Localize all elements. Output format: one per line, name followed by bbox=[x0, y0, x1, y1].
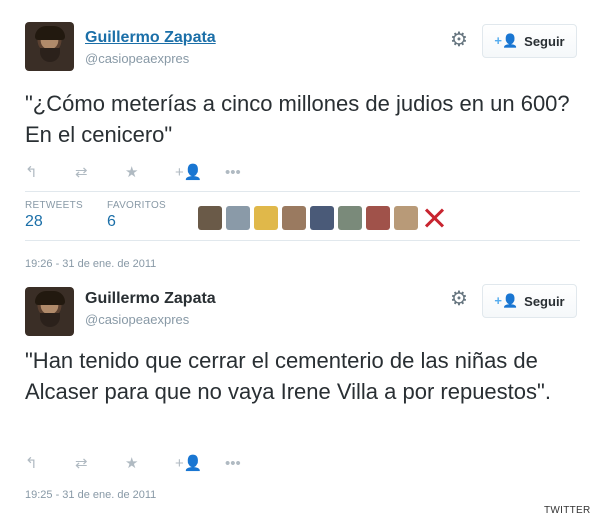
more-icon[interactable]: ••• bbox=[225, 164, 275, 181]
favoriter-avatar[interactable] bbox=[282, 206, 306, 230]
divider bbox=[25, 240, 580, 241]
tweet-timestamp[interactable]: 19:26 - 31 de ene. de 2011 bbox=[25, 258, 156, 270]
favorites-label: FAVORITOS bbox=[107, 200, 167, 211]
favoriter-avatar[interactable] bbox=[394, 206, 418, 230]
follow-button-label: Seguir bbox=[524, 293, 565, 309]
author-handle[interactable]: @casiopeaexpres bbox=[85, 312, 189, 327]
gear-icon[interactable]: ⚙ bbox=[449, 289, 469, 309]
star-icon[interactable]: ★ bbox=[125, 163, 175, 181]
favoriter-avatar[interactable] bbox=[226, 206, 250, 230]
favoriter-avatar[interactable] bbox=[254, 206, 278, 230]
favoriters-avatars bbox=[198, 206, 446, 230]
favoriter-avatar[interactable] bbox=[198, 206, 222, 230]
follow-button[interactable]: +👤 Seguir bbox=[482, 284, 577, 318]
more-icon[interactable]: ••• bbox=[225, 455, 275, 472]
avatar[interactable] bbox=[25, 287, 74, 336]
author-name-link[interactable]: Guillermo Zapata bbox=[85, 290, 216, 308]
divider bbox=[25, 191, 580, 192]
tweet-card: Guillermo Zapata @casiopeaexpres ⚙ +👤 Se… bbox=[0, 0, 600, 280]
reply-icon[interactable]: ↰ bbox=[25, 454, 75, 472]
favorites-stat[interactable]: FAVORITOS 6 bbox=[107, 200, 166, 231]
favorites-count: 6 bbox=[107, 213, 116, 230]
reply-icon[interactable]: ↰ bbox=[25, 163, 75, 181]
favoriter-avatar[interactable] bbox=[338, 206, 362, 230]
tweet-actions: ↰ ⇄ ★ +👤 ••• bbox=[25, 453, 275, 473]
tweet-text: "Han tenido que cerrar el cementerio de … bbox=[25, 348, 551, 404]
favoriter-avatar[interactable] bbox=[310, 206, 334, 230]
retweets-count: 28 bbox=[25, 213, 43, 230]
tweet-text: "¿Cómo meterías a cinco millones de judi… bbox=[25, 91, 570, 147]
add-user-icon: +👤 bbox=[494, 293, 519, 308]
retweet-icon[interactable]: ⇄ bbox=[75, 454, 125, 472]
retweets-label: RETWEETS bbox=[25, 200, 83, 211]
tweet-timestamp[interactable]: 19:25 - 31 de ene. de 2011 bbox=[25, 489, 156, 501]
retweets-stat[interactable]: RETWEETS 28 bbox=[25, 200, 83, 231]
add-user-icon[interactable]: +👤 bbox=[175, 454, 225, 472]
author-name-link[interactable]: Guillermo Zapata bbox=[85, 29, 216, 47]
retweet-icon[interactable]: ⇄ bbox=[75, 163, 125, 181]
follow-button[interactable]: +👤 Seguir bbox=[482, 24, 577, 58]
favoriter-avatar[interactable] bbox=[366, 206, 390, 230]
avatar[interactable] bbox=[25, 22, 74, 71]
tweet-card: Guillermo Zapata @casiopeaexpres ⚙ +👤 Se… bbox=[0, 280, 600, 519]
add-user-icon[interactable]: +👤 bbox=[175, 163, 225, 181]
star-icon[interactable]: ★ bbox=[125, 454, 175, 472]
image-credit: TWITTER bbox=[544, 505, 591, 516]
add-user-icon: +👤 bbox=[494, 33, 519, 48]
favoriter-avatar[interactable] bbox=[422, 206, 446, 230]
tweet-actions: ↰ ⇄ ★ +👤 ••• bbox=[25, 162, 275, 182]
gear-icon[interactable]: ⚙ bbox=[449, 30, 469, 50]
follow-button-label: Seguir bbox=[524, 33, 565, 49]
author-handle[interactable]: @casiopeaexpres bbox=[85, 51, 189, 66]
